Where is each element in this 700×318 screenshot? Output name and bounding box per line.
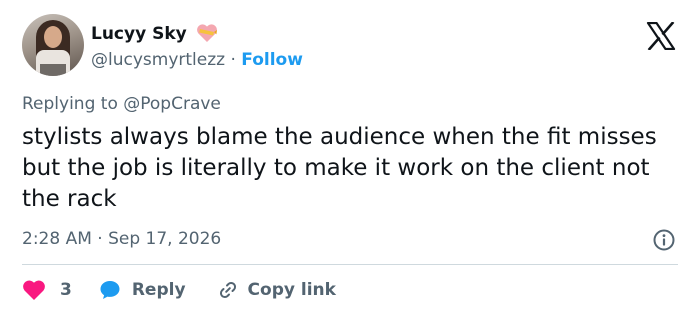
author-handle[interactable]: @lucysmyrtlezz — [91, 50, 225, 70]
tweet-text: stylists always blame the audience when … — [22, 124, 657, 212]
heart-icon — [23, 280, 45, 300]
heart-ribbon-icon — [197, 24, 217, 42]
like-button[interactable]: 3 — [22, 279, 72, 301]
divider — [22, 264, 678, 265]
author-handle-row: @lucysmyrtlezz · Follow — [91, 49, 303, 71]
link-icon — [219, 281, 236, 299]
copy-link-label: Copy link — [247, 280, 336, 300]
replying-prefix: Replying to — [22, 94, 118, 114]
replying-to: Replying to @PopCrave — [22, 93, 221, 115]
speech-bubble-icon — [100, 281, 120, 299]
author-display-name[interactable]: Lucyy Sky — [91, 23, 187, 45]
reply-button[interactable]: Reply — [98, 278, 186, 302]
avatar[interactable] — [22, 14, 84, 76]
x-logo-icon[interactable] — [646, 22, 676, 50]
handle-separator: · — [230, 50, 236, 70]
reply-label: Reply — [131, 280, 186, 300]
tweet-timestamp[interactable]: 2:28 AM · Sep 17, 2026 — [22, 228, 221, 250]
copy-link-button[interactable]: Copy link — [216, 278, 336, 302]
like-count: 3 — [60, 280, 72, 300]
follow-button[interactable]: Follow — [241, 50, 303, 70]
action-bar: 3 Reply Copy link — [22, 277, 336, 303]
info-icon[interactable] — [652, 228, 676, 252]
replying-mention[interactable]: @PopCrave — [123, 94, 221, 114]
